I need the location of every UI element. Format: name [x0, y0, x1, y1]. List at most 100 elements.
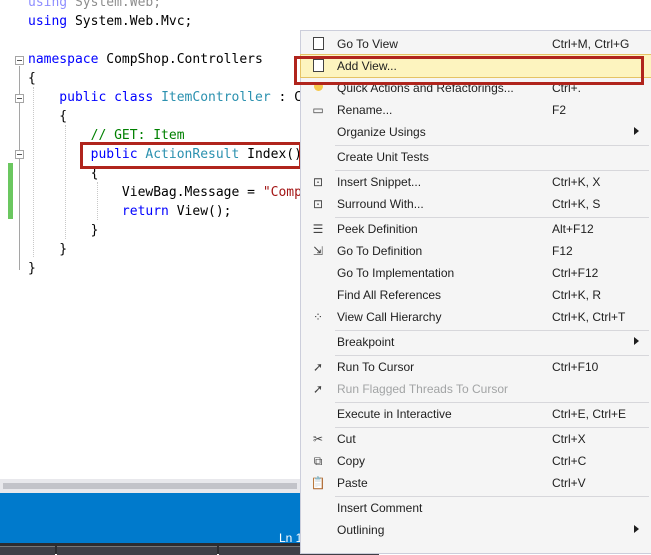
- menu-item-breakpoint[interactable]: Breakpoint: [301, 331, 651, 353]
- paste-icon: 📋: [310, 476, 326, 490]
- code-token: namespace: [28, 52, 99, 67]
- code-token: CompShop.Controllers: [98, 52, 263, 67]
- submenu-arrow-icon: [634, 127, 639, 135]
- collapse-class-icon[interactable]: [15, 94, 24, 103]
- menu-item-shortcut: Ctrl+F12: [552, 266, 599, 280]
- menu-item-shortcut: Ctrl+M, Ctrl+G: [552, 37, 630, 51]
- menu-item-run-flagged-threads-to-cursor: ➚ Run Flagged Threads To Cursor: [301, 378, 651, 400]
- menu-item-label: Go To Implementation: [337, 266, 455, 280]
- code-token: }: [28, 223, 99, 238]
- collapse-method-icon[interactable]: [15, 150, 24, 159]
- menu-item-surround-with[interactable]: ⊡ Surround With... Ctrl+K, S: [301, 193, 651, 215]
- menu-item-rename[interactable]: ▭ Rename... F2: [301, 99, 651, 121]
- menu-item-cut[interactable]: ✂ Cut Ctrl+X: [301, 428, 651, 450]
- menu-item-go-to-definition[interactable]: ⇲ Go To Definition F12: [301, 240, 651, 262]
- menu-item-organize-usings[interactable]: Organize Usings: [301, 121, 651, 143]
- add-view-highlight-box: [294, 56, 644, 85]
- menu-item-label: Find All References: [337, 288, 442, 302]
- menu-item-label: Outlining: [337, 523, 385, 537]
- menu-item-find-all-references[interactable]: Find All References Ctrl+K, R: [301, 284, 651, 306]
- menu-item-label: Insert Comment: [337, 501, 423, 515]
- code-token: : C: [270, 90, 302, 105]
- menu-item-shortcut: Ctrl+X: [552, 432, 586, 446]
- code-line: public class ItemController : C: [28, 88, 302, 107]
- menu-item-label: Execute in Interactive: [337, 407, 452, 421]
- menu-item-label: Paste: [337, 476, 368, 490]
- indent-guide: [97, 182, 98, 220]
- code-line: return View();: [28, 202, 232, 221]
- code-token: ItemController: [161, 90, 271, 105]
- menu-item-peek-definition[interactable]: ☰ Peek Definition Alt+F12: [301, 218, 651, 240]
- menu-item-create-unit-tests[interactable]: Create Unit Tests: [301, 146, 651, 168]
- menu-item-shortcut: Ctrl+K, X: [552, 175, 601, 189]
- copy-icon: ⧉: [313, 454, 323, 468]
- code-token: return: [28, 204, 169, 219]
- code-token: {: [28, 71, 36, 86]
- run-to-cursor-icon: ➚: [312, 360, 324, 374]
- surround-with-icon: ⊡: [312, 197, 324, 211]
- collapse-namespace-icon[interactable]: [15, 56, 24, 65]
- menu-item-label: Run Flagged Threads To Cursor: [337, 382, 508, 396]
- horizontal-scrollbar[interactable]: [0, 479, 300, 493]
- code-line: }: [28, 259, 36, 278]
- code-token: System.Web;: [67, 0, 162, 10]
- code-line: ViewBag.Message = "Comp: [28, 183, 302, 202]
- menu-item-shortcut: F12: [552, 244, 573, 258]
- change-indicator: [8, 163, 13, 219]
- menu-item-label: Run To Cursor: [337, 360, 415, 374]
- menu-item-label: Go To Definition: [337, 244, 423, 258]
- menu-item-shortcut: Ctrl+K, R: [552, 288, 602, 302]
- menu-item-execute-in-interactive[interactable]: Execute in Interactive Ctrl+E, Ctrl+E: [301, 403, 651, 425]
- indent-guide: [65, 125, 66, 239]
- go-to-definition-icon: ⇲: [312, 244, 324, 258]
- menu-item-shortcut: Ctrl+E, Ctrl+E: [552, 407, 627, 421]
- code-line: namespace CompShop.Controllers: [28, 50, 263, 69]
- menu-item-copy[interactable]: ⧉ Copy Ctrl+C: [301, 450, 651, 472]
- rename-icon: ▭: [312, 103, 324, 117]
- menu-item-insert-comment[interactable]: Insert Comment: [301, 497, 651, 519]
- menu-item-view-call-hierarchy[interactable]: ⁘ View Call Hierarchy Ctrl+K, Ctrl+T: [301, 306, 651, 328]
- go-to-view-icon-shape: [312, 37, 324, 50]
- code-token: // GET: Item: [28, 128, 185, 143]
- code-token: System.Web.Mvc;: [67, 14, 193, 29]
- code-token: ViewBag.Message =: [28, 185, 263, 200]
- menu-item-outlining[interactable]: Outlining: [301, 519, 651, 541]
- menu-item-label: Rename...: [337, 103, 393, 117]
- menu-item-shortcut: Ctrl+K, S: [552, 197, 601, 211]
- menu-item-go-to-view[interactable]: Go To View Ctrl+M, Ctrl+G: [301, 33, 651, 55]
- indent-guide: [33, 87, 34, 257]
- code-token: class: [114, 90, 154, 105]
- cut-icon: ✂: [312, 432, 324, 446]
- menu-item-shortcut: Ctrl+K, Ctrl+T: [552, 310, 626, 324]
- code-token: "Comp: [262, 185, 302, 200]
- context-menu: Go To View Ctrl+M, Ctrl+G Add View... Quick…: [300, 30, 651, 554]
- code-token: View();: [168, 204, 232, 219]
- menu-item-go-to-implementation[interactable]: Go To Implementation Ctrl+F12: [301, 262, 651, 284]
- run-flagged-threads-icon: ➚: [312, 382, 324, 396]
- menu-item-label: Breakpoint: [337, 335, 395, 349]
- menu-item-insert-snippet[interactable]: ⊡ Insert Snippet... Ctrl+K, X: [301, 171, 651, 193]
- call-hierarchy-icon: ⁘: [312, 310, 324, 324]
- scrollbar-thumb[interactable]: [3, 483, 297, 489]
- code-line: using System.Web.Mvc;: [28, 12, 192, 31]
- peek-definition-icon: ☰: [312, 222, 324, 236]
- menu-item-shortcut: Ctrl+F10: [552, 360, 599, 374]
- code-line: {: [28, 69, 36, 88]
- menu-item-label: Peek Definition: [337, 222, 418, 236]
- menu-item-paste[interactable]: 📋 Paste Ctrl+V: [301, 472, 651, 494]
- method-highlight-box: [80, 142, 302, 169]
- submenu-arrow-icon: [634, 525, 639, 533]
- menu-item-label: Cut: [337, 432, 356, 446]
- menu-item-label: Create Unit Tests: [337, 150, 429, 164]
- menu-item-shortcut: Ctrl+C: [552, 454, 587, 468]
- menu-item-label: Surround With...: [337, 197, 424, 211]
- menu-item-shortcut: F2: [552, 103, 567, 117]
- menu-item-shortcut: Ctrl+V: [552, 476, 586, 490]
- menu-item-label: Copy: [337, 454, 366, 468]
- code-line: }: [28, 221, 99, 240]
- code-token: using: [28, 0, 68, 10]
- code-token: }: [28, 261, 36, 276]
- menu-item-run-to-cursor[interactable]: ➚ Run To Cursor Ctrl+F10: [301, 356, 651, 378]
